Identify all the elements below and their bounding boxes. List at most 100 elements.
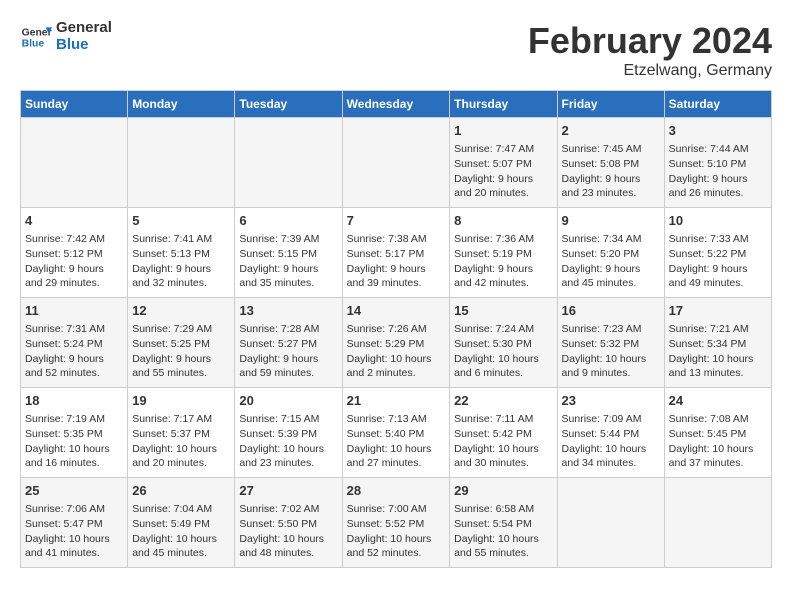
day-info: Sunrise: 7:34 AM Sunset: 5:20 PM Dayligh…: [562, 232, 660, 291]
calendar-cell: 8 Sunrise: 7:36 AM Sunset: 5:19 PM Daylig…: [450, 208, 557, 298]
calendar-cell: 24 Sunrise: 7:08 AM Sunset: 5:45 PM Dayli…: [664, 388, 771, 478]
day-number: 22: [454, 392, 552, 410]
calendar-cell: 18Sunrise: 7:19 AM Sunset: 5:35 PM Dayli…: [21, 388, 128, 478]
calendar-cell: 21Sunrise: 7:13 AM Sunset: 5:40 PM Dayli…: [342, 388, 450, 478]
day-info: Sunrise: 7:21 AM Sunset: 5:34 PM Dayligh…: [669, 322, 767, 381]
calendar-cell: 26 Sunrise: 7:04 AM Sunset: 5:49 PM Dayli…: [128, 478, 235, 568]
calendar-cell: 22 Sunrise: 7:11 AM Sunset: 5:42 PM Dayli…: [450, 388, 557, 478]
day-info: Sunrise: 7:23 AM Sunset: 5:32 PM Dayligh…: [562, 322, 660, 381]
calendar-cell: 2 Sunrise: 7:45 AM Sunset: 5:08 PM Daylig…: [557, 118, 664, 208]
calendar-cell: 27Sunrise: 7:02 AM Sunset: 5:50 PM Dayli…: [235, 478, 342, 568]
day-info: Sunrise: 7:42 AM Sunset: 5:12 PM Dayligh…: [25, 232, 123, 291]
calendar-week-3: 18Sunrise: 7:19 AM Sunset: 5:35 PM Dayli…: [21, 388, 772, 478]
day-number: 8: [454, 212, 552, 230]
day-info: Sunrise: 7:09 AM Sunset: 5:44 PM Dayligh…: [562, 412, 660, 471]
day-number: 28: [347, 482, 446, 500]
calendar-body: 1 Sunrise: 7:47 AM Sunset: 5:07 PM Daylig…: [21, 118, 772, 568]
day-header-wednesday: Wednesday: [342, 91, 450, 118]
day-number: 10: [669, 212, 767, 230]
day-info: Sunrise: 7:26 AM Sunset: 5:29 PM Dayligh…: [347, 322, 446, 381]
day-info: Sunrise: 7:04 AM Sunset: 5:49 PM Dayligh…: [132, 502, 230, 561]
day-info: Sunrise: 7:15 AM Sunset: 5:39 PM Dayligh…: [239, 412, 337, 471]
day-info: Sunrise: 7:41 AM Sunset: 5:13 PM Dayligh…: [132, 232, 230, 291]
day-number: 15: [454, 302, 552, 320]
calendar-cell: 11Sunrise: 7:31 AM Sunset: 5:24 PM Dayli…: [21, 298, 128, 388]
day-info: Sunrise: 7:17 AM Sunset: 5:37 PM Dayligh…: [132, 412, 230, 471]
calendar-cell: 29Sunrise: 6:58 AM Sunset: 5:54 PM Dayli…: [450, 478, 557, 568]
calendar-cell: [664, 478, 771, 568]
day-info: Sunrise: 7:08 AM Sunset: 5:45 PM Dayligh…: [669, 412, 767, 471]
calendar-title: February 2024: [528, 20, 772, 62]
day-number: 14: [347, 302, 446, 320]
day-number: 9: [562, 212, 660, 230]
day-number: 1: [454, 122, 552, 140]
calendar-cell: 4 Sunrise: 7:42 AM Sunset: 5:12 PM Daylig…: [21, 208, 128, 298]
title-block: February 2024 Etzelwang, Germany: [528, 20, 772, 80]
day-info: Sunrise: 7:36 AM Sunset: 5:19 PM Dayligh…: [454, 232, 552, 291]
page-header: General Blue General Blue February 2024 …: [20, 20, 772, 80]
day-info: Sunrise: 7:45 AM Sunset: 5:08 PM Dayligh…: [562, 142, 660, 201]
day-info: Sunrise: 7:29 AM Sunset: 5:25 PM Dayligh…: [132, 322, 230, 381]
calendar-cell: 13 Sunrise: 7:28 AM Sunset: 5:27 PM Dayli…: [235, 298, 342, 388]
day-header-sunday: Sunday: [21, 91, 128, 118]
day-header-thursday: Thursday: [450, 91, 557, 118]
day-number: 6: [239, 212, 337, 230]
day-number: 3: [669, 122, 767, 140]
day-number: 24: [669, 392, 767, 410]
calendar-cell: 28 Sunrise: 7:00 AM Sunset: 5:52 PM Dayli…: [342, 478, 450, 568]
calendar-cell: 7 Sunrise: 7:38 AM Sunset: 5:17 PM Daylig…: [342, 208, 450, 298]
calendar-week-0: 1 Sunrise: 7:47 AM Sunset: 5:07 PM Daylig…: [21, 118, 772, 208]
calendar-week-4: 25Sunrise: 7:06 AM Sunset: 5:47 PM Dayli…: [21, 478, 772, 568]
calendar-table: SundayMondayTuesdayWednesdayThursdayFrid…: [20, 90, 772, 568]
day-number: 17: [669, 302, 767, 320]
day-number: 23: [562, 392, 660, 410]
day-info: Sunrise: 7:33 AM Sunset: 5:22 PM Dayligh…: [669, 232, 767, 291]
calendar-week-2: 11Sunrise: 7:31 AM Sunset: 5:24 PM Dayli…: [21, 298, 772, 388]
calendar-cell: 14 Sunrise: 7:26 AM Sunset: 5:29 PM Dayli…: [342, 298, 450, 388]
svg-text:Blue: Blue: [22, 38, 45, 49]
calendar-cell: 1 Sunrise: 7:47 AM Sunset: 5:07 PM Daylig…: [450, 118, 557, 208]
day-number: 26: [132, 482, 230, 500]
calendar-cell: 20 Sunrise: 7:15 AM Sunset: 5:39 PM Dayli…: [235, 388, 342, 478]
calendar-cell: [235, 118, 342, 208]
day-info: Sunrise: 7:00 AM Sunset: 5:52 PM Dayligh…: [347, 502, 446, 561]
day-number: 4: [25, 212, 123, 230]
day-info: Sunrise: 7:47 AM Sunset: 5:07 PM Dayligh…: [454, 142, 552, 201]
day-header-friday: Friday: [557, 91, 664, 118]
calendar-cell: 9 Sunrise: 7:34 AM Sunset: 5:20 PM Daylig…: [557, 208, 664, 298]
day-number: 19: [132, 392, 230, 410]
day-header-saturday: Saturday: [664, 91, 771, 118]
calendar-cell: 15Sunrise: 7:24 AM Sunset: 5:30 PM Dayli…: [450, 298, 557, 388]
calendar-cell: 16 Sunrise: 7:23 AM Sunset: 5:32 PM Dayli…: [557, 298, 664, 388]
calendar-cell: 6 Sunrise: 7:39 AM Sunset: 5:15 PM Daylig…: [235, 208, 342, 298]
day-info: Sunrise: 7:44 AM Sunset: 5:10 PM Dayligh…: [669, 142, 767, 201]
logo-icon: General Blue: [20, 21, 52, 53]
logo-text-general: General: [56, 20, 112, 37]
day-number: 20: [239, 392, 337, 410]
day-info: Sunrise: 7:06 AM Sunset: 5:47 PM Dayligh…: [25, 502, 123, 561]
calendar-cell: 12 Sunrise: 7:29 AM Sunset: 5:25 PM Dayli…: [128, 298, 235, 388]
day-number: 7: [347, 212, 446, 230]
calendar-cell: 25Sunrise: 7:06 AM Sunset: 5:47 PM Dayli…: [21, 478, 128, 568]
day-number: 12: [132, 302, 230, 320]
day-number: 2: [562, 122, 660, 140]
calendar-cell: 23 Sunrise: 7:09 AM Sunset: 5:44 PM Dayli…: [557, 388, 664, 478]
day-info: Sunrise: 7:28 AM Sunset: 5:27 PM Dayligh…: [239, 322, 337, 381]
logo-text-blue: Blue: [56, 37, 112, 54]
day-number: 11: [25, 302, 123, 320]
logo: General Blue General Blue: [20, 20, 112, 53]
calendar-cell: [557, 478, 664, 568]
day-number: 13: [239, 302, 337, 320]
day-info: Sunrise: 7:02 AM Sunset: 5:50 PM Dayligh…: [239, 502, 337, 561]
day-info: Sunrise: 7:38 AM Sunset: 5:17 PM Dayligh…: [347, 232, 446, 291]
calendar-cell: 5Sunrise: 7:41 AM Sunset: 5:13 PM Daylig…: [128, 208, 235, 298]
day-info: Sunrise: 7:19 AM Sunset: 5:35 PM Dayligh…: [25, 412, 123, 471]
day-info: Sunrise: 7:39 AM Sunset: 5:15 PM Dayligh…: [239, 232, 337, 291]
days-of-week-row: SundayMondayTuesdayWednesdayThursdayFrid…: [21, 91, 772, 118]
day-info: Sunrise: 7:11 AM Sunset: 5:42 PM Dayligh…: [454, 412, 552, 471]
calendar-cell: [21, 118, 128, 208]
day-number: 16: [562, 302, 660, 320]
day-info: Sunrise: 6:58 AM Sunset: 5:54 PM Dayligh…: [454, 502, 552, 561]
day-header-monday: Monday: [128, 91, 235, 118]
calendar-cell: [128, 118, 235, 208]
